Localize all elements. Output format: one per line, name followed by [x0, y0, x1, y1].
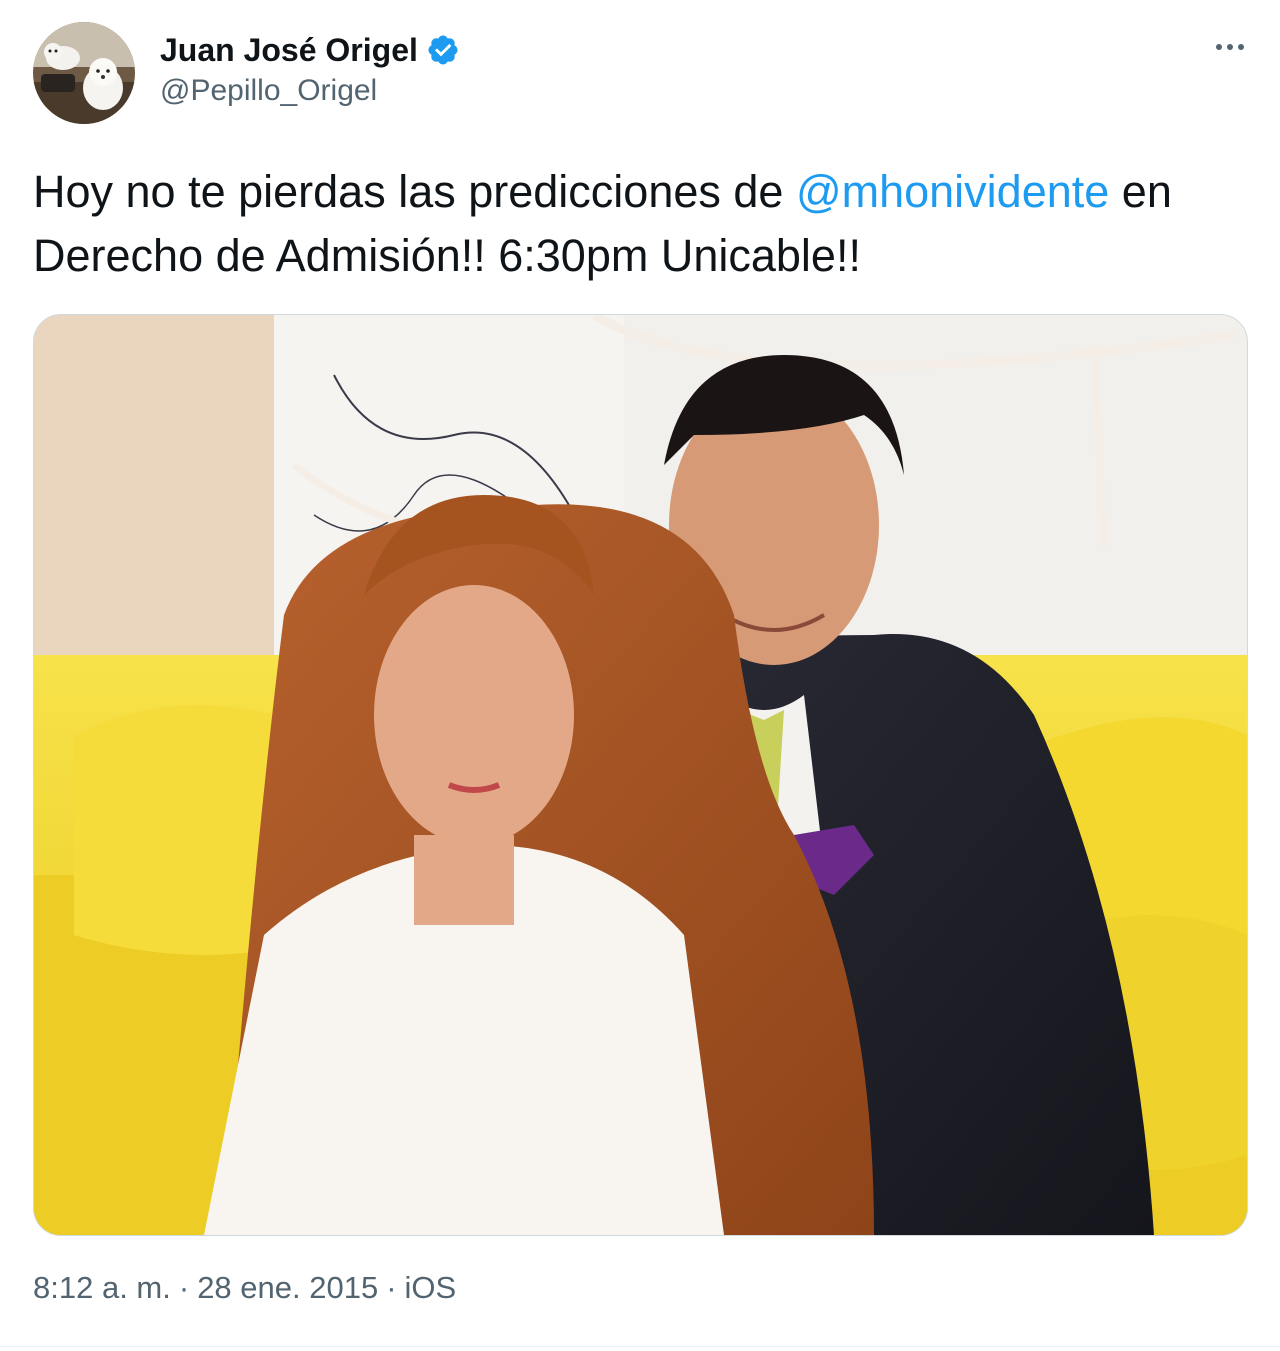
tweet-text-before: Hoy no te pierdas las predicciones de: [33, 166, 796, 217]
author-name-row: Juan José Origel: [160, 28, 460, 72]
author-display-name[interactable]: Juan José Origel: [160, 32, 418, 69]
tweet-time[interactable]: 8:12 a. m.: [33, 1270, 171, 1305]
more-options-icon: [1216, 44, 1222, 50]
meta-separator: ·: [386, 1270, 397, 1305]
verified-badge-icon: [428, 35, 458, 65]
more-options-icon: [1238, 44, 1244, 50]
author-handle[interactable]: @Pepillo_Origel: [160, 74, 460, 108]
tweet-meta: 8:12 a. m. · 28 ene. 2015 · iOS: [33, 1270, 456, 1306]
mention-link[interactable]: @mhonividente: [796, 166, 1109, 217]
meta-separator: ·: [178, 1270, 190, 1305]
more-options-icon: [1227, 44, 1233, 50]
tweet-photo[interactable]: [33, 314, 1248, 1236]
tweet-source[interactable]: iOS: [405, 1270, 457, 1305]
more-options-button[interactable]: [1210, 32, 1250, 62]
tweet-date[interactable]: 28 ene. 2015: [197, 1270, 378, 1305]
photo-two-people-icon: [34, 315, 1247, 1235]
avatar-dogs-photo-icon: [33, 22, 135, 124]
bottom-divider: [0, 1346, 1280, 1347]
author-avatar[interactable]: [33, 22, 135, 124]
tweet-card: Juan José Origel @Pepillo_Origel Hoy no …: [0, 0, 1280, 1351]
tweet-text: Hoy no te pierdas las predicciones de @m…: [33, 160, 1248, 288]
author-info: Juan José Origel @Pepillo_Origel: [160, 28, 460, 108]
